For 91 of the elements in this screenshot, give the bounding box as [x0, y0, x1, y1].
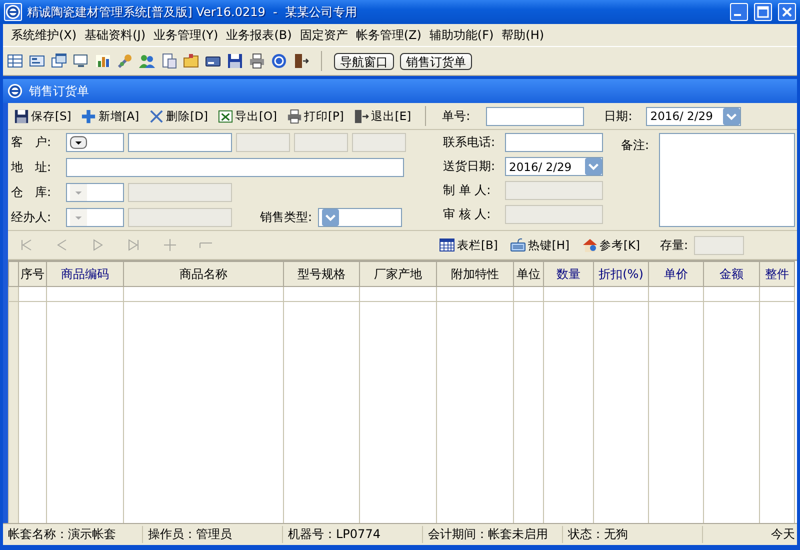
app-logo-icon	[4, 3, 22, 21]
tool-button[interactable]: 表栏[B]	[433, 237, 504, 253]
document-title: 销售订货单	[29, 82, 89, 100]
keyboard-icon	[510, 237, 526, 253]
spreadsheet-icon	[218, 108, 233, 124]
status-text: 机器号：LP0774	[283, 526, 423, 543]
field-label: 送货日期:	[443, 158, 496, 175]
action-button[interactable]: 保存[S]	[10, 108, 76, 124]
dropdown-field[interactable]	[66, 133, 124, 152]
document-icon[interactable]	[161, 53, 177, 69]
save-icon[interactable]	[227, 53, 243, 69]
exit-icon	[354, 108, 369, 124]
field-label: 审 核 人:	[443, 206, 492, 223]
monitor-icon[interactable]	[73, 53, 89, 69]
column-header[interactable]: 数量	[544, 262, 594, 286]
input-field[interactable]	[66, 158, 404, 178]
field-label: 制 单 人:	[443, 182, 492, 199]
status-text: 会计期间：帐套未启用	[423, 526, 563, 543]
printer-icon	[287, 108, 302, 124]
field-label: 销售类型:	[260, 208, 312, 226]
menu-item[interactable]: 系统维护(X)	[7, 26, 81, 44]
dropdown-field[interactable]	[66, 182, 124, 202]
column-header[interactable]: 附加特性	[436, 262, 514, 286]
field-label: 备注:	[621, 137, 650, 154]
help-icon[interactable]	[271, 53, 287, 69]
column-header[interactable]: 金额	[704, 262, 760, 286]
note-field[interactable]	[659, 133, 795, 227]
column-header[interactable]: 型号规格	[284, 262, 360, 286]
toolbar-button[interactable]: 销售订货单	[400, 52, 472, 70]
column-header[interactable]: 商品名称	[124, 262, 284, 286]
dropdown-field[interactable]	[318, 208, 402, 227]
action-button[interactable]: 打印[P]	[283, 108, 348, 124]
status-text: 状态：无狗	[563, 526, 703, 543]
menu-item[interactable]: 业务报表(B)	[222, 26, 296, 44]
field-label: 存量:	[660, 236, 688, 254]
menu-item[interactable]: 辅助功能(F)	[425, 26, 498, 44]
status-text: 操作员：管理员	[143, 526, 283, 543]
printer-icon[interactable]	[249, 53, 265, 69]
tool-button[interactable]: 参考[K]	[576, 237, 646, 253]
app-logo-icon	[7, 83, 23, 99]
windows-icon[interactable]	[51, 53, 67, 69]
menu-item[interactable]: 基础资料(J)	[80, 26, 150, 44]
date-field[interactable]: 2016/ 2/29	[646, 106, 742, 126]
column-header[interactable]: 单价	[648, 262, 704, 286]
toolbar-button[interactable]: 导航窗口	[334, 52, 394, 70]
menu-item[interactable]: 帮助(H)	[498, 26, 548, 44]
column-header[interactable]: 序号	[18, 262, 46, 286]
column-header[interactable]: 单位	[514, 262, 544, 286]
tools-icon[interactable]	[117, 53, 133, 69]
field-label: 经办人:	[11, 208, 52, 226]
date-field[interactable]: 2016/ 2/29	[505, 157, 603, 176]
action-button[interactable]: 删除[D]	[145, 108, 212, 124]
action-button[interactable]: 新增[A]	[77, 108, 144, 124]
cross-icon	[149, 108, 164, 124]
action-button[interactable]: 退出[E]	[350, 108, 416, 124]
field-label: 仓 库:	[11, 184, 52, 201]
input-field[interactable]	[505, 133, 603, 152]
input-field[interactable]	[128, 133, 232, 152]
field-label: 日期:	[604, 108, 632, 124]
menu-item[interactable]: 固定资产	[296, 26, 352, 44]
save-icon	[14, 108, 29, 124]
maximize-icon[interactable]	[754, 3, 772, 21]
status-text: 帐套名称：演示帐套	[3, 526, 143, 543]
field-label: 地 址:	[11, 159, 52, 176]
people-icon[interactable]	[139, 53, 155, 69]
card-icon[interactable]	[29, 53, 45, 69]
field-label: 单号:	[442, 108, 470, 124]
dropdown-field[interactable]	[66, 208, 124, 227]
house-icon	[582, 237, 598, 253]
input-field[interactable]	[486, 106, 584, 126]
plus-icon	[81, 108, 96, 124]
menu-item[interactable]: 帐务管理(Z)	[352, 26, 426, 44]
menu-item[interactable]: 业务管理(Y)	[150, 26, 222, 44]
column-header[interactable]: 商品编码	[46, 262, 124, 286]
input-field[interactable]	[694, 236, 744, 254]
column-header[interactable]: 整件	[760, 262, 794, 286]
folder-icon[interactable]	[183, 53, 199, 69]
column-header[interactable]: 折扣(%)	[594, 262, 648, 286]
tool-button[interactable]: 热键[H]	[504, 237, 576, 253]
field-label: 客 户:	[11, 134, 52, 152]
exit-icon[interactable]	[293, 53, 309, 69]
table-icon[interactable]	[7, 53, 23, 69]
window-title: 精诚陶瓷建材管理系统[普及版] Ver16.0219 - 某某公司专用	[27, 4, 358, 20]
chart-icon[interactable]	[95, 53, 111, 69]
calendar-icon	[439, 237, 455, 253]
action-button[interactable]: 导出[O]	[214, 108, 281, 124]
close-icon[interactable]	[778, 3, 796, 21]
status-text: 今天	[770, 526, 796, 543]
minimize-icon[interactable]	[730, 3, 748, 21]
field-label: 联系电话:	[443, 134, 496, 151]
column-header[interactable]: 厂家产地	[360, 262, 436, 286]
